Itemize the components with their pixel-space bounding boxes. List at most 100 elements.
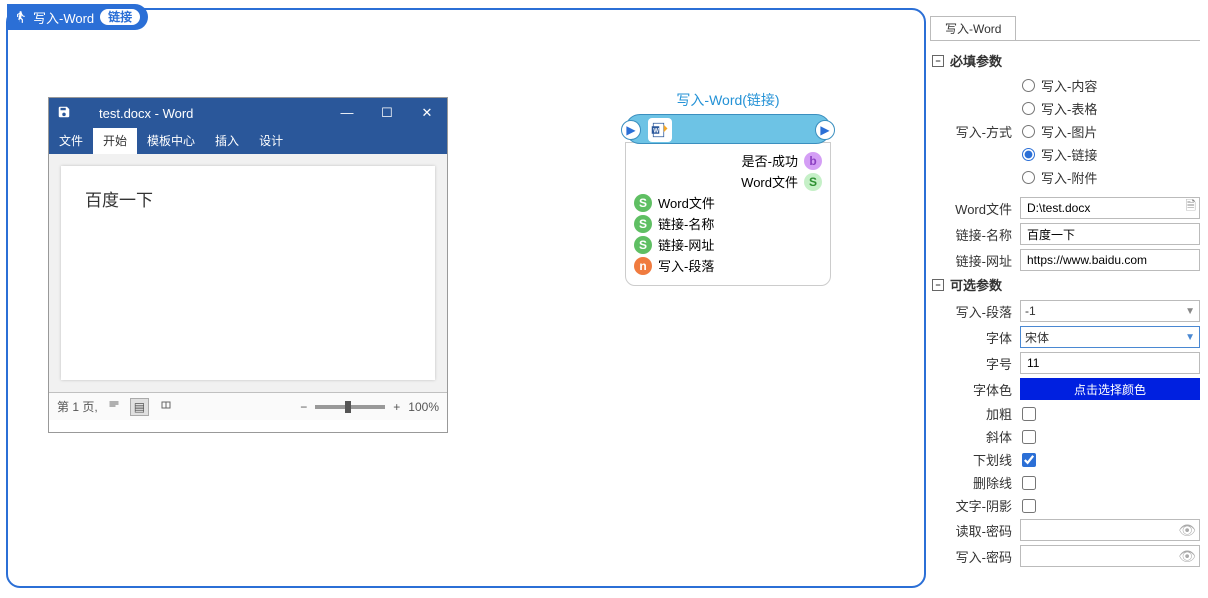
node-exec-in[interactable]: ▶ [621, 120, 641, 140]
pin-string-icon[interactable]: S [634, 236, 652, 254]
section-required-label: 必填参数 [950, 51, 1002, 70]
read-pwd-input[interactable] [1020, 519, 1200, 541]
word-tab-template[interactable]: 模板中心 [137, 128, 205, 154]
word-content-text: 百度一下 [85, 191, 153, 210]
save-icon[interactable] [49, 105, 79, 122]
word-page[interactable]: 百度一下 [61, 166, 435, 380]
italic-checkbox[interactable] [1022, 430, 1036, 444]
node-in-file[interactable]: S Word文件 [634, 193, 822, 212]
header-title: 写入-Word [33, 8, 94, 27]
node-in-file-label: Word文件 [658, 193, 715, 212]
collapse-icon[interactable]: − [932, 55, 944, 67]
pin-string-icon[interactable]: S [804, 173, 822, 191]
header-bar: 写入-Word 链接 [7, 4, 148, 30]
word-titlebar: test.docx - Word — ☐ ✕ [49, 98, 447, 128]
section-optional[interactable]: − 可选参数 [932, 275, 1200, 294]
word-tab-file[interactable]: 文件 [49, 128, 93, 154]
node-out-success[interactable]: 是否-成功 b [634, 151, 822, 170]
node-header[interactable]: ▶ W ▶ [625, 114, 831, 144]
underline-checkbox[interactable] [1022, 453, 1036, 467]
word-file-label: Word文件 [930, 199, 1020, 218]
pin-string-icon[interactable]: S [634, 194, 652, 212]
color-label: 字体色 [930, 380, 1020, 399]
pin-number-icon[interactable]: n [634, 257, 652, 275]
zoom-slider[interactable] [315, 405, 385, 409]
color-pick-button[interactable]: 点击选择颜色 [1020, 378, 1200, 400]
mode-attach-label: 写入-附件 [1041, 168, 1097, 187]
language-indicator[interactable] [108, 399, 120, 414]
bold-checkbox[interactable] [1022, 407, 1036, 421]
strike-checkbox[interactable] [1022, 476, 1036, 490]
word-tab-home[interactable]: 开始 [93, 128, 137, 154]
mode-image-label: 写入-图片 [1041, 122, 1097, 141]
node-in-para[interactable]: n 写入-段落 [634, 256, 822, 275]
node-in-name[interactable]: S 链接-名称 [634, 214, 822, 233]
pin-string-icon[interactable]: S [634, 215, 652, 233]
link-url-label: 链接-网址 [930, 251, 1020, 270]
node-out-file-label: Word文件 [741, 172, 798, 191]
font-select[interactable]: 宋体▼ [1020, 326, 1200, 348]
word-ribbon-tabs: 文件 开始 模板中心 插入 设计 [49, 128, 447, 154]
svg-text:W: W [653, 128, 659, 134]
flow-node[interactable]: 写入-Word(链接) ▶ W ▶ 是否-成功 b Word文件 S S [625, 90, 831, 286]
minimize-button[interactable]: — [327, 105, 367, 121]
link-url-input[interactable] [1020, 249, 1200, 271]
word-window: test.docx - Word — ☐ ✕ 文件 开始 模板中心 插入 设计 … [48, 97, 448, 433]
word-tab-insert[interactable]: 插入 [205, 128, 249, 154]
italic-label: 斜体 [930, 427, 1020, 446]
word-statusbar: 第 1 页, ▤ − + 100% [49, 392, 447, 420]
collapse-icon[interactable]: − [932, 279, 944, 291]
mode-link[interactable]: 写入-链接 [1022, 145, 1097, 164]
word-doc-area: 百度一下 [49, 154, 447, 392]
readmode-icon[interactable] [159, 399, 173, 414]
window-buttons: — ☐ ✕ [327, 105, 447, 121]
property-panel: 写入-Word − 必填参数 写入-内容 写入-表格 写入-方式 写入-图片 写… [930, 16, 1200, 590]
views-icon[interactable]: ▤ [130, 398, 149, 416]
para-label: 写入-段落 [930, 302, 1020, 321]
word-title: test.docx - Word [79, 106, 327, 121]
section-optional-label: 可选参数 [950, 275, 1002, 294]
zoom-in[interactable]: + [393, 400, 400, 414]
zoom-out[interactable]: − [300, 400, 307, 414]
mode-attach[interactable]: 写入-附件 [1022, 168, 1097, 187]
panel-tab[interactable]: 写入-Word [930, 16, 1016, 40]
write-mode-label: 写入-方式 [930, 122, 1020, 141]
shadow-checkbox[interactable] [1022, 499, 1036, 513]
maximize-button[interactable]: ☐ [367, 105, 407, 121]
word-tab-design[interactable]: 设计 [249, 128, 293, 154]
node-in-url-label: 链接-网址 [658, 235, 714, 254]
node-in-url[interactable]: S 链接-网址 [634, 235, 822, 254]
node-exec-out[interactable]: ▶ [815, 120, 835, 140]
app-frame: 写入-Word 链接 test.docx - Word — ☐ ✕ 文件 开始 … [0, 0, 1208, 598]
link-name-input[interactable] [1020, 223, 1200, 245]
chevron-down-icon: ▼ [1185, 332, 1195, 343]
pin-bool-icon[interactable]: b [804, 152, 822, 170]
link-name-label: 链接-名称 [930, 225, 1020, 244]
word-doc-icon: W [648, 118, 672, 142]
size-input[interactable] [1020, 352, 1200, 374]
zoom-level: 100% [408, 400, 439, 414]
strike-label: 删除线 [930, 473, 1020, 492]
mode-content-label: 写入-内容 [1041, 76, 1097, 95]
font-label: 字体 [930, 328, 1020, 347]
read-pwd-label: 读取-密码 [930, 521, 1020, 540]
para-select[interactable]: -1▼ [1020, 300, 1200, 322]
mode-table[interactable]: 写入-表格 [1022, 99, 1097, 118]
header-badge: 链接 [100, 9, 140, 25]
mode-image[interactable]: 写入-图片 [1022, 122, 1097, 141]
word-file-input[interactable] [1020, 197, 1200, 219]
node-out-file[interactable]: Word文件 S [634, 172, 822, 191]
node-body: 是否-成功 b Word文件 S S Word文件 S 链接-名称 S 链接 [625, 142, 831, 286]
node-title: 写入-Word(链接) [625, 90, 831, 110]
underline-label: 下划线 [930, 450, 1020, 469]
write-pwd-input[interactable] [1020, 545, 1200, 567]
section-required[interactable]: − 必填参数 [932, 51, 1200, 70]
main-panel: 写入-Word 链接 test.docx - Word — ☐ ✕ 文件 开始 … [6, 8, 926, 588]
mode-table-label: 写入-表格 [1041, 99, 1097, 118]
node-out-success-label: 是否-成功 [742, 151, 798, 170]
mode-content[interactable]: 写入-内容 [1022, 76, 1097, 95]
close-button[interactable]: ✕ [407, 105, 447, 121]
node-in-para-label: 写入-段落 [658, 256, 714, 275]
person-run-icon [11, 8, 29, 26]
chevron-down-icon: ▼ [1185, 306, 1195, 317]
